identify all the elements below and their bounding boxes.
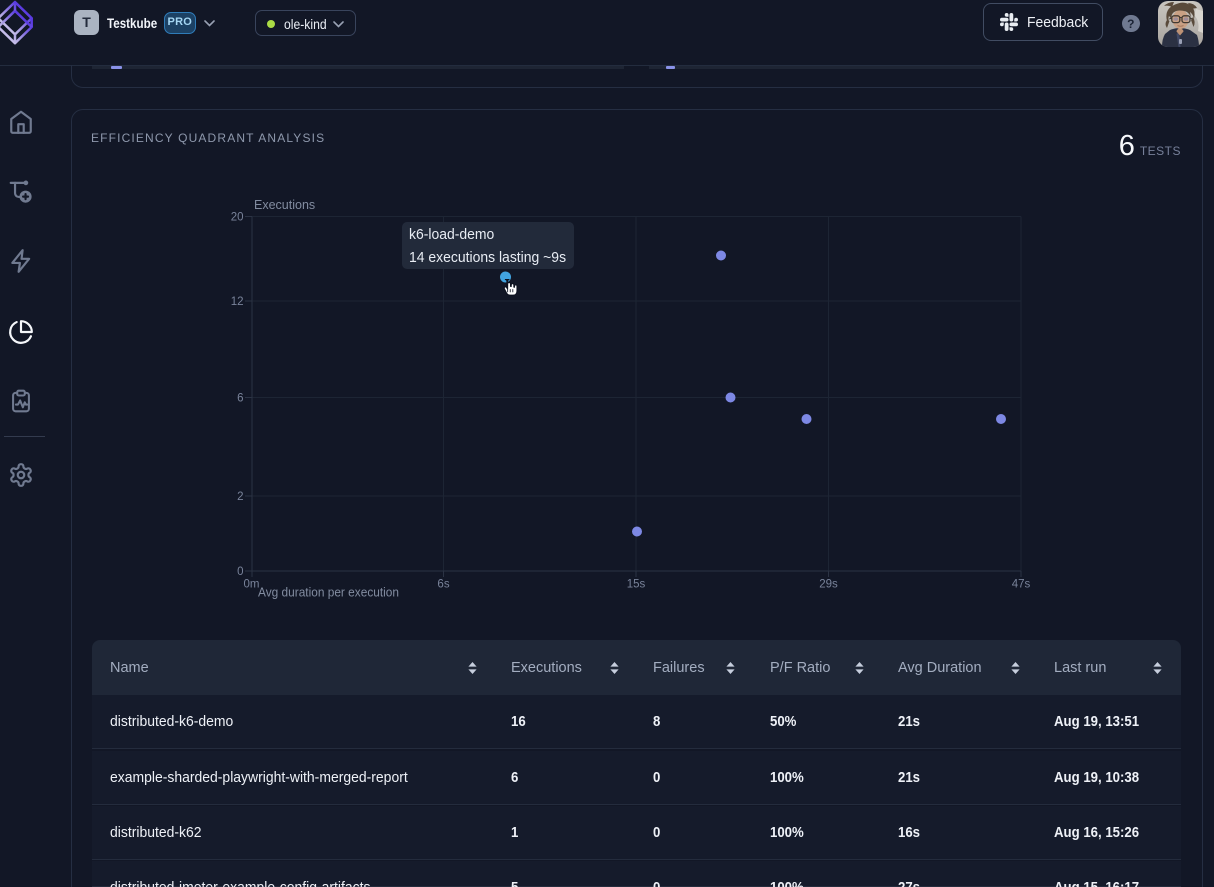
svg-text:6s: 6s bbox=[437, 579, 449, 591]
svg-text:0: 0 bbox=[237, 566, 243, 578]
svg-text:12: 12 bbox=[231, 296, 244, 308]
svg-text:20: 20 bbox=[231, 212, 244, 224]
svg-text:6: 6 bbox=[237, 393, 243, 405]
svg-text:Avg duration per execution: Avg duration per execution bbox=[258, 586, 399, 600]
svg-text:2: 2 bbox=[237, 491, 243, 503]
svg-text:47s: 47s bbox=[1012, 579, 1031, 591]
svg-text:29s: 29s bbox=[819, 579, 838, 591]
svg-text:15s: 15s bbox=[627, 579, 646, 591]
